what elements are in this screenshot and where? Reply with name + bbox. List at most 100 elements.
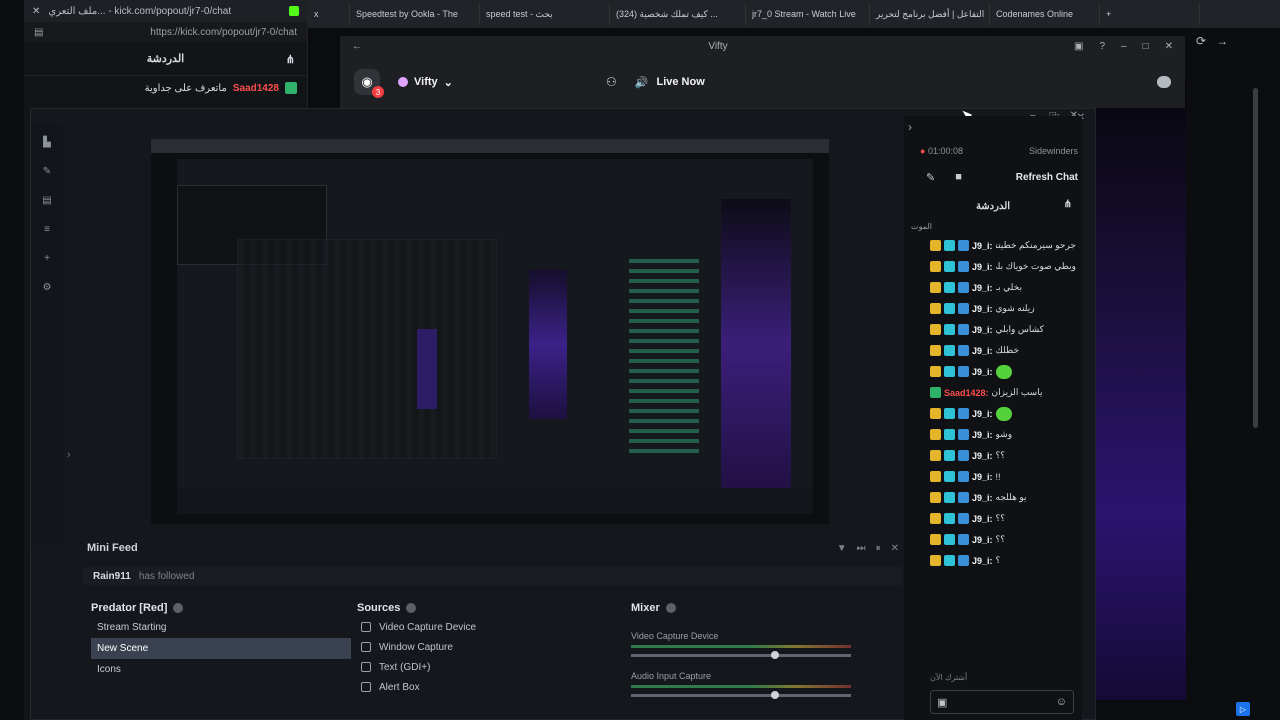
message-user[interactable]: J9_i: <box>972 535 993 545</box>
mute-icon[interactable]: ✕ <box>891 543 899 554</box>
message-user[interactable]: J9_i: <box>972 430 993 440</box>
tab-interaction[interactable]: التفاعل | أفضل برنامج لتحرير <box>870 3 990 25</box>
tab-codenames[interactable]: Codenames Online <box>990 3 1100 25</box>
message-user[interactable]: J9_i: <box>972 514 993 524</box>
source-item[interactable]: Text (GDI+) <box>357 657 617 677</box>
skip-icon[interactable]: ⏭ <box>857 543 866 554</box>
scene-item[interactable]: Stream Starting <box>91 617 351 638</box>
scene-item-selected[interactable]: New Scene <box>91 638 351 659</box>
message-user[interactable]: J9_i: <box>972 472 993 482</box>
tab-kick-stream[interactable]: jr7_0 Stream - Watch Live <box>746 3 870 25</box>
settings-icon[interactable]: ⚙ <box>43 282 52 293</box>
new-tab-button[interactable]: + <box>1100 3 1200 25</box>
gear-icon[interactable] <box>406 603 417 613</box>
tab-speed-search[interactable]: speed test - بحث <box>480 3 610 25</box>
popout-url-bar[interactable]: ▤ https://kick.com/popout/jr7-0/chat <box>24 22 307 42</box>
tab-speedtest[interactable]: Speedtest by Ookla - The <box>350 3 480 25</box>
message-user[interactable]: J9_i: <box>972 262 993 272</box>
add-member-icon[interactable]: ⚇ <box>606 75 617 89</box>
refresh-chat-button[interactable]: Refresh Chat <box>1016 172 1078 183</box>
message-text: ؟؟ <box>995 450 1006 460</box>
slider-handle[interactable] <box>771 651 779 659</box>
message-user[interactable]: J9_i: <box>972 556 993 566</box>
tab-x[interactable]: x <box>308 3 350 25</box>
emote-icon <box>995 406 1012 421</box>
forward-icon[interactable]: → <box>1216 34 1228 48</box>
chevron-left-icon[interactable]: › <box>67 449 71 461</box>
scenes-dock: Predator [Red] Stream Starting New Scene… <box>91 599 351 719</box>
message-user[interactable]: J9_i: <box>972 409 993 419</box>
source-item[interactable]: Window Capture <box>357 637 617 657</box>
chevron-right-icon[interactable]: › <box>908 120 912 134</box>
filter-icon[interactable]: ▼ <box>837 543 847 554</box>
preview-nested-screen <box>177 159 813 514</box>
message-user[interactable]: J9_i: <box>972 451 993 461</box>
edit-icon[interactable]: ✎ <box>926 171 935 184</box>
minimize-icon[interactable]: – <box>1121 41 1127 52</box>
users-icon[interactable]: ⋔ <box>286 53 295 66</box>
message-user[interactable]: J9_i: <box>972 346 993 356</box>
stream-preview[interactable] <box>151 139 829 524</box>
browser-side-area: ⟳ → <box>1186 28 1280 720</box>
window-icon <box>361 642 371 652</box>
chat-bubble-icon[interactable] <box>1157 76 1171 88</box>
badge-icon <box>958 555 969 566</box>
live-now-channel[interactable]: 🔊 Live Now <box>635 76 1139 89</box>
add-icon[interactable]: + <box>44 253 50 264</box>
chat-message: J9_i: بخلي بـ <box>904 277 1082 298</box>
smiley-icon[interactable]: ☺ <box>1056 696 1067 708</box>
page-icon: ▤ <box>34 26 44 38</box>
subscribe-prompt[interactable]: أشترك الآن <box>930 673 1080 682</box>
message-user[interactable]: J9_i: <box>972 325 993 335</box>
tab-label: jr7_0 Stream - Watch Live <box>752 9 856 19</box>
inbox-icon[interactable]: ▣ <box>1074 41 1083 52</box>
message-user[interactable]: Saad1428: <box>944 388 989 398</box>
badge-icon <box>930 471 941 482</box>
discord-titlebar: ← Vifty ▣ ? – □ ✕ <box>340 36 1185 56</box>
scrollbar[interactable] <box>1253 88 1258 428</box>
message-user[interactable]: J9_i: <box>972 367 993 377</box>
server-name-button[interactable]: Vifty ⌄ <box>398 76 588 89</box>
source-item[interactable]: Alert Box <box>357 677 617 697</box>
store-icon[interactable]: ▤ <box>42 195 51 206</box>
message-user[interactable]: Saad1428 <box>233 83 279 94</box>
message-user[interactable]: J9_i: <box>972 283 993 293</box>
plus-icon: + <box>1106 9 1112 19</box>
close-icon[interactable]: ✕ <box>1165 41 1173 52</box>
users-icon[interactable]: ⋔ <box>1064 199 1072 210</box>
maximize-icon[interactable]: □ <box>1143 41 1149 52</box>
gear-icon[interactable] <box>173 603 184 613</box>
ad-choices-icon[interactable]: ▷ <box>1236 702 1250 716</box>
volume-slider[interactable] <box>631 651 851 659</box>
help-icon[interactable]: ? <box>1099 41 1105 52</box>
emote-icon[interactable]: ▣ <box>937 696 947 709</box>
badge-icon <box>958 450 969 461</box>
studio-icon[interactable]: ▙ <box>43 137 51 148</box>
mini-feed-item[interactable]: Rain911 has followed <box>83 567 903 585</box>
source-item[interactable]: Video Capture Device <box>357 617 617 637</box>
live-indicator-icon: ● <box>920 146 926 156</box>
reload-icon[interactable]: ⟳ <box>1196 34 1206 48</box>
gear-icon[interactable] <box>665 603 676 613</box>
layers-icon[interactable]: ≡ <box>44 224 50 235</box>
message-user[interactable]: J9_i: <box>972 304 993 314</box>
tab-youtube[interactable]: (324) كيف تملك شخصية ... <box>610 3 746 25</box>
pause-icon[interactable]: ⏸ <box>876 543 881 554</box>
slider-handle[interactable] <box>771 691 779 699</box>
discord-home-icon[interactable]: ◉ 3 <box>354 69 384 98</box>
volume-slider[interactable] <box>631 691 851 699</box>
message-user[interactable]: J9_i: <box>972 241 993 251</box>
scene-item[interactable]: Icons <box>91 659 351 680</box>
message-user[interactable]: J9_i: <box>972 493 993 503</box>
chat-input[interactable]: ▣ ☺ <box>930 690 1074 714</box>
tools-icon[interactable]: ✎ <box>43 166 51 177</box>
popout-chat-header: الدردشة ⋔ <box>24 42 307 76</box>
message-text: بخلي بـ <box>995 282 1022 292</box>
feed-event: has followed <box>138 570 195 582</box>
tab-label: x <box>314 9 319 19</box>
chat-message: J9_i: <box>904 361 1082 382</box>
close-icon[interactable]: ✕ <box>32 6 40 17</box>
chat-subtext: الموت <box>911 222 932 231</box>
back-icon[interactable]: ← <box>352 41 362 52</box>
camera-icon[interactable]: ■ <box>955 171 962 183</box>
